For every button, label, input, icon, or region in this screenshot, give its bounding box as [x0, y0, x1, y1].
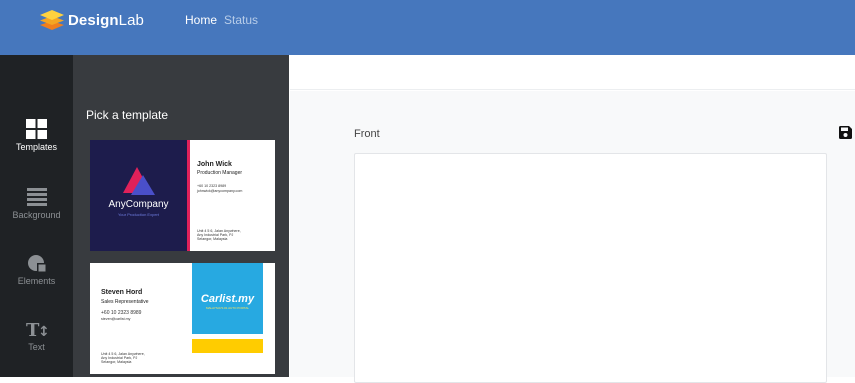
card-address-line-3: Selangor, Malaysia [197, 237, 228, 241]
card-accent-stripe [187, 140, 190, 251]
text-icon: T ↕ [26, 320, 48, 339]
card-phone: +60 10 2323 8989 [101, 310, 142, 316]
template-card-anycompany[interactable]: AnyCompany Your Production Expert John W… [90, 140, 275, 251]
card-person-name: John Wick [197, 161, 232, 168]
rail-label-templates: Templates [15, 142, 58, 152]
card-person-name: Steven Hord [101, 289, 143, 296]
card-person-role: Production Manager [197, 170, 243, 176]
card-phone: +60 10 2323 8989 [197, 184, 227, 188]
card-canvas[interactable] [354, 153, 827, 383]
card-address-line-3: Selangor, Malaysia [101, 360, 132, 364]
layers-icon [26, 188, 47, 206]
brand[interactable]: DesignLab [40, 8, 144, 32]
rail-item-templates[interactable]: Templates [0, 119, 73, 152]
editor-header [290, 55, 855, 90]
svg-text:↕: ↕ [38, 324, 48, 339]
stacked-layers-logo-icon [40, 10, 64, 30]
card-email: johnwick@anycompany.com [197, 189, 243, 193]
card-company-name: AnyCompany [108, 199, 169, 210]
main-nav: Home Status [185, 13, 265, 27]
top-navbar: DesignLab Home Status [0, 0, 855, 55]
tool-rail: Templates Background Elements T ↕ Text [0, 55, 73, 377]
template-card-carlist[interactable]: Steven Hord Sales Representative +60 10 … [90, 263, 275, 374]
nav-home-link[interactable]: Home [185, 13, 217, 27]
rail-item-text[interactable]: T ↕ Text [0, 319, 73, 352]
brand-name: DesignLab [68, 11, 144, 29]
card-company-tagline: Your Production Expert [118, 212, 159, 217]
template-panel: Pick a template AnyCompany Your Producti… [73, 55, 289, 377]
floppy-disk-icon[interactable] [839, 126, 852, 139]
side-label: Front [354, 128, 380, 140]
card-email: steven@carlist.my [101, 317, 131, 321]
carlist-logo-subtext: MALAYSIA'S #1 AUTO PORTAL [205, 306, 250, 310]
panel-title: Pick a template [86, 108, 169, 122]
carlist-logo-text: Carlist.my [200, 293, 255, 305]
editor-area: Front [290, 91, 855, 383]
anycompany-logo-icon [123, 167, 155, 195]
card-navy-panel: AnyCompany Your Production Expert [90, 140, 187, 251]
shapes-icon [27, 255, 45, 272]
rail-item-elements[interactable]: Elements [0, 253, 73, 286]
rail-label-background: Background [12, 210, 61, 220]
grid-icon [26, 119, 47, 139]
card-person-role: Sales Representative [101, 299, 149, 305]
card-yellow-bar [192, 339, 263, 353]
nav-status-link[interactable]: Status [224, 13, 258, 27]
carlist-logo: Carlist.my MALAYSIA'S #1 AUTO PORTAL [192, 263, 263, 334]
rail-label-text: Text [28, 342, 45, 352]
rail-item-background[interactable]: Background [0, 187, 73, 220]
rail-label-elements: Elements [17, 276, 56, 286]
